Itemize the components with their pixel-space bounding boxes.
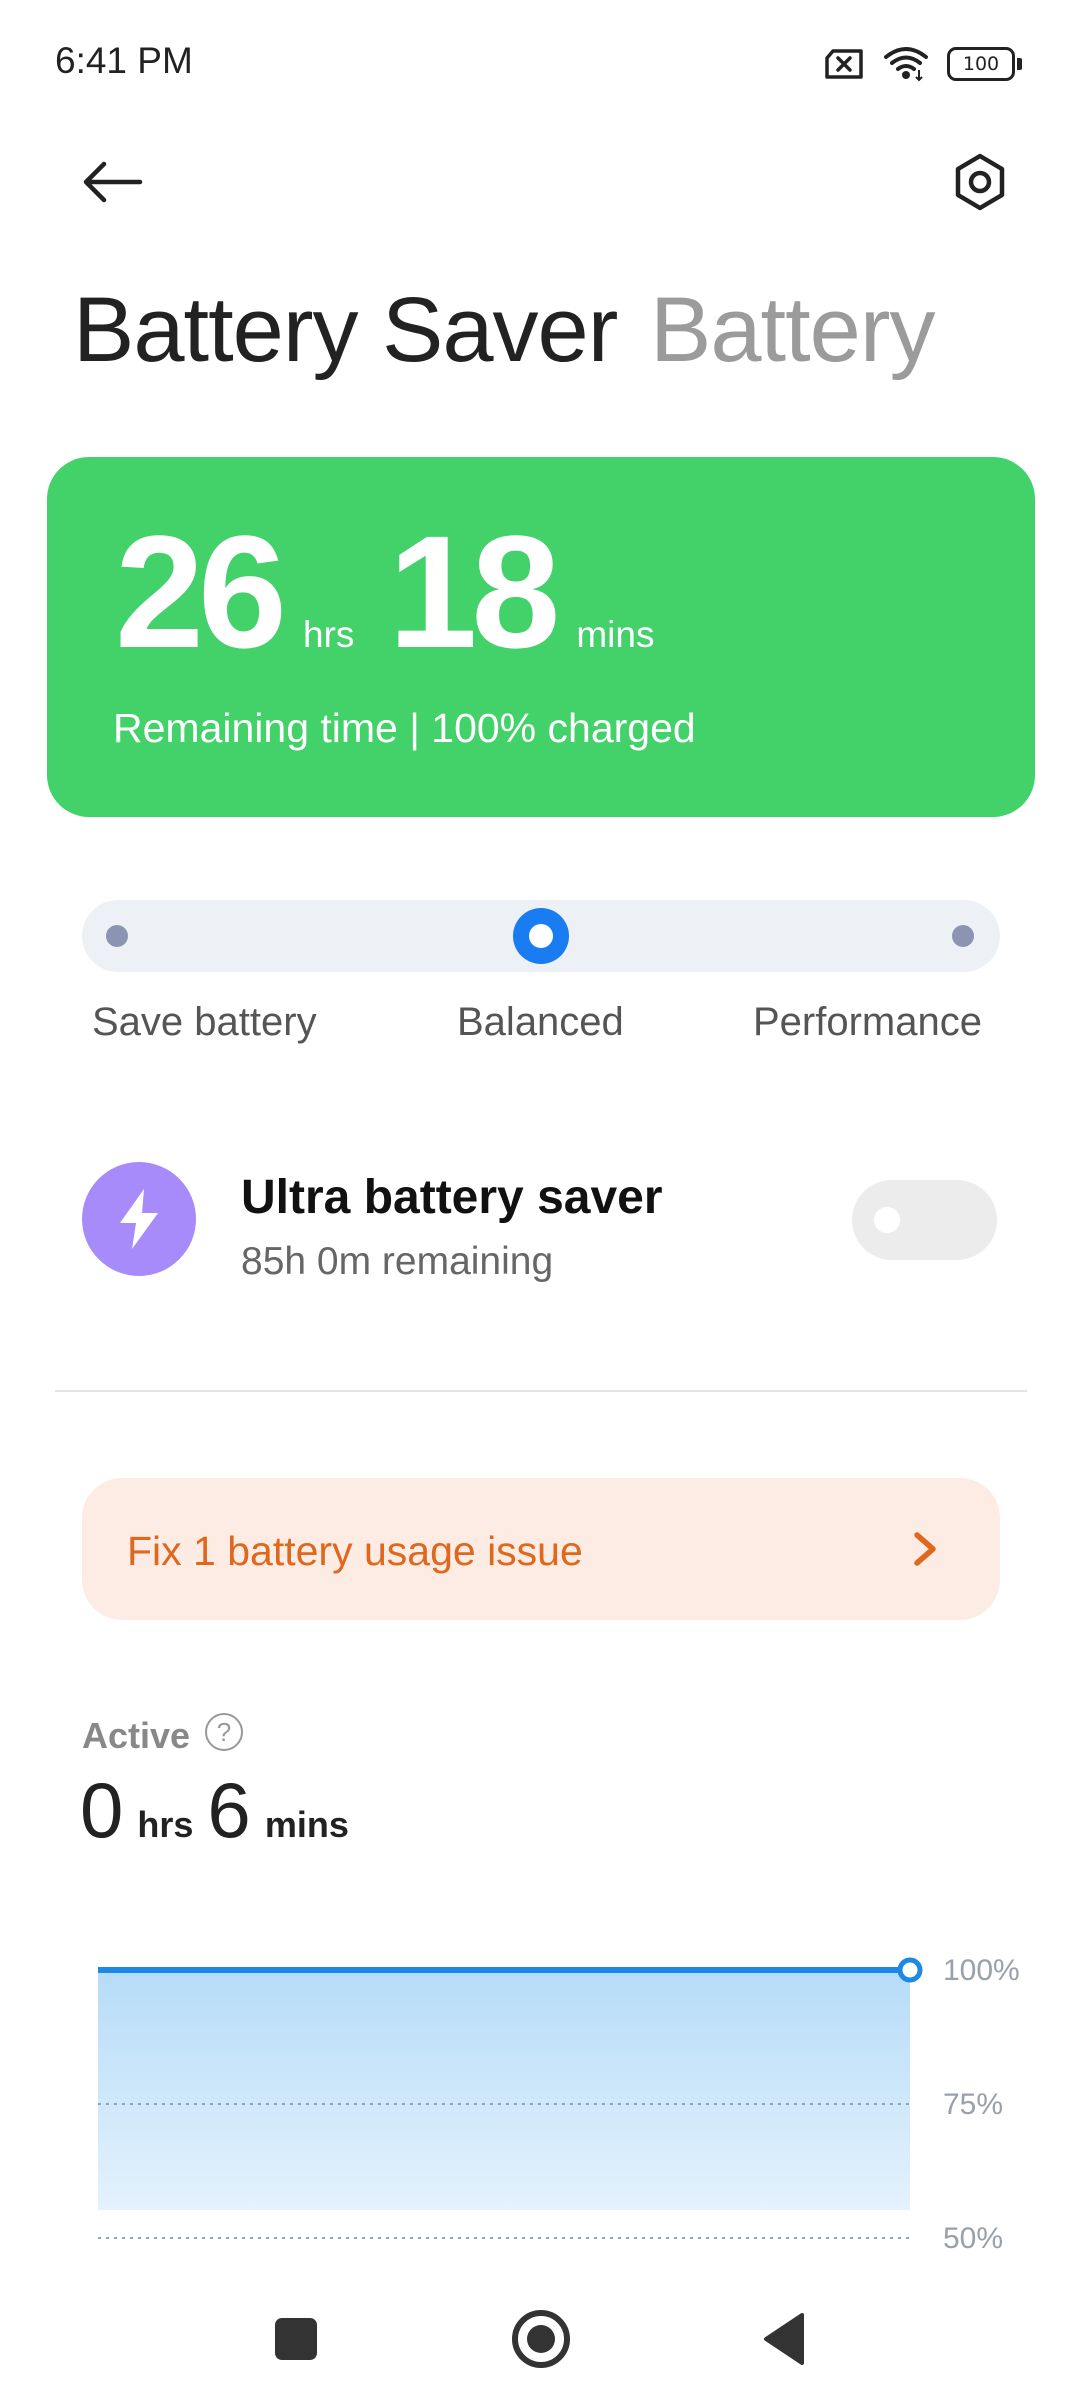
back-button[interactable] [70, 140, 154, 224]
remaining-caption: Remaining time | 100% charged [113, 705, 696, 751]
active-time: 0 hrs 6 mins [80, 1765, 363, 1855]
active-label: Active [82, 1715, 191, 1756]
battery-level-endpoint [897, 1957, 923, 1983]
battery-level-chart: 100% 75% 50% [98, 1954, 1020, 2255]
recents-square-icon[interactable] [275, 2318, 317, 2360]
ultra-saver-icon-circle [82, 1162, 196, 1276]
remaining-hours: 26 [115, 502, 287, 681]
status-time: 6:41 PM [55, 40, 193, 81]
help-icon[interactable]: ? [205, 1713, 243, 1751]
y-tick-100: 100% [943, 1954, 1020, 1987]
active-hours-unit: hrs [137, 1804, 194, 1845]
ultra-saver-title: Ultra battery saver [241, 1171, 663, 1224]
y-tick-75: 75% [943, 2088, 1003, 2121]
sim-off-icon [825, 49, 863, 79]
y-tick-50: 50% [943, 2222, 1003, 2255]
remaining-minutes: 18 [388, 502, 560, 681]
divider [55, 1390, 1027, 1392]
remaining-time: 26 hrs 18 mins [115, 512, 688, 672]
chevron-right-icon [914, 1532, 936, 1566]
home-circle-icon[interactable] [512, 2310, 570, 2368]
battery-issue-text: Fix 1 battery usage issue [127, 1528, 583, 1574]
mode-save-battery-dot[interactable] [106, 925, 128, 947]
remaining-hours-unit: hrs [302, 614, 355, 655]
hexagon-settings-icon [955, 153, 1005, 211]
tab-battery[interactable]: Battery [650, 278, 935, 383]
back-arrow-icon [83, 161, 143, 203]
chart-area-fill [98, 1970, 910, 2210]
settings-button[interactable] [938, 140, 1022, 224]
mode-performance-dot[interactable] [952, 925, 974, 947]
mode-label-performance[interactable]: Performance [753, 1000, 982, 1045]
mode-balanced-knob[interactable] [513, 908, 569, 964]
lightning-bolt-icon [120, 1189, 158, 1249]
back-triangle-icon[interactable] [760, 2311, 808, 2367]
battery-status-icon: 100 [947, 47, 1022, 81]
active-minutes-unit: mins [264, 1804, 349, 1845]
tab-battery-saver[interactable]: Battery Saver [73, 278, 618, 383]
ultra-saver-toggle[interactable] [852, 1180, 997, 1260]
status-icons: 100 [823, 44, 1022, 84]
active-hours: 0 [80, 1766, 124, 1854]
mode-label-balanced[interactable]: Balanced [457, 1000, 624, 1045]
ultra-saver-subtitle: 85h 0m remaining [241, 1240, 554, 1283]
battery-level-text: 100 [947, 47, 1015, 81]
remaining-minutes-unit: mins [576, 614, 655, 655]
active-minutes: 6 [207, 1766, 251, 1854]
mode-label-save-battery[interactable]: Save battery [92, 1000, 317, 1045]
wifi-icon [884, 47, 928, 82]
